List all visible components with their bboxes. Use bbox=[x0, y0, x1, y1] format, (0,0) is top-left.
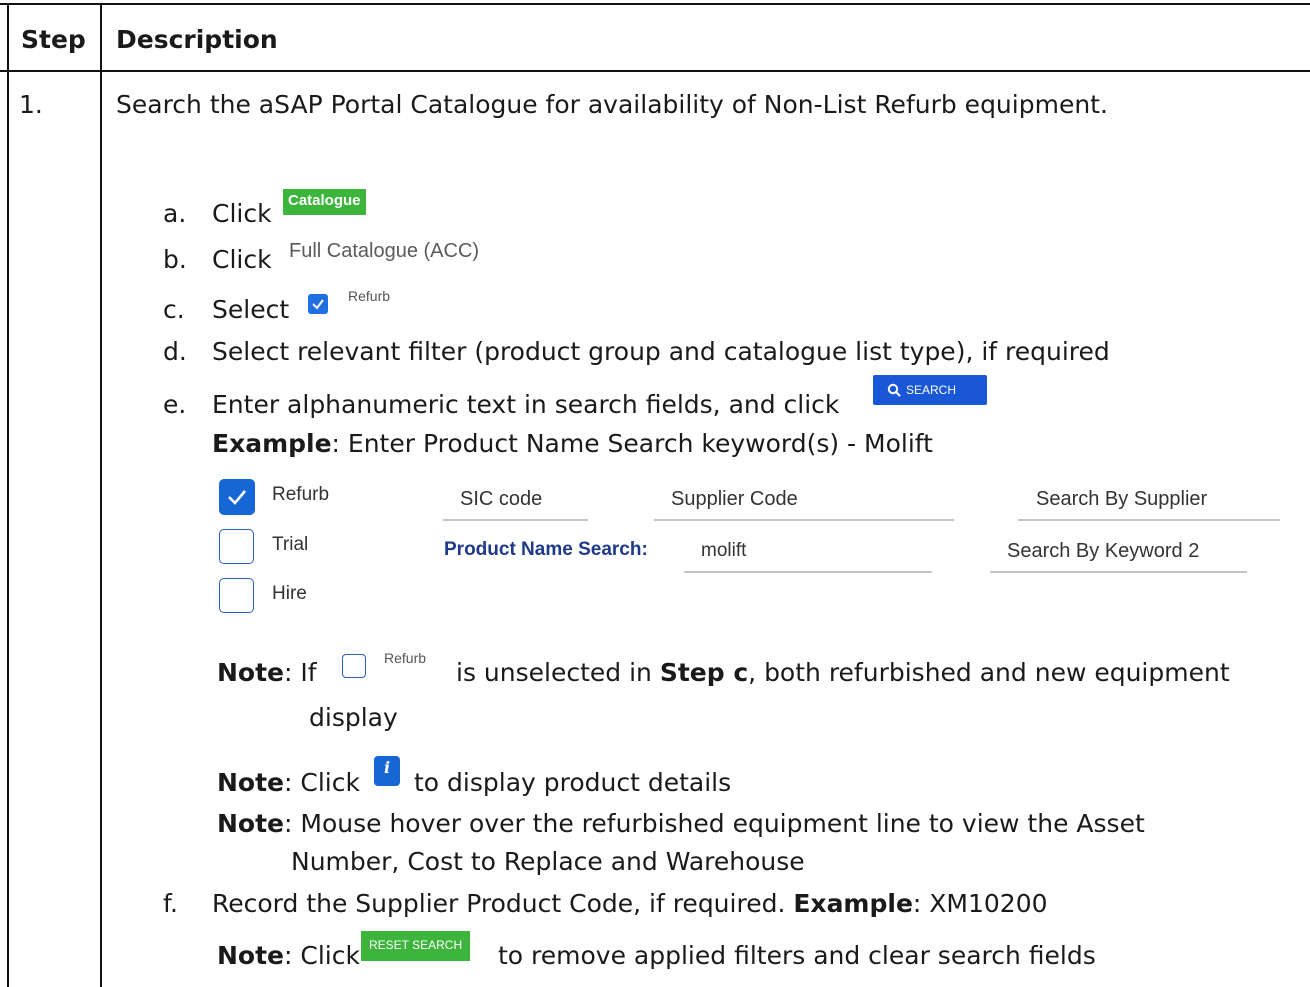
product-name-search-label: Product Name Search: bbox=[444, 539, 648, 560]
note-label: Note bbox=[217, 768, 285, 797]
item-f-example-label: Example bbox=[793, 889, 913, 918]
table-header-divider bbox=[0, 70, 1310, 72]
checkmark-icon bbox=[312, 299, 324, 310]
table-left-border bbox=[7, 3, 9, 987]
item-a-marker: a. bbox=[163, 199, 187, 228]
note-label: Note bbox=[217, 941, 285, 970]
note1-refurb-label: Refurb bbox=[384, 650, 427, 666]
note1-line1-rest: is unselected in Step c, both refurbishe… bbox=[456, 658, 1230, 688]
step-intro: Search the aSAP Portal Catalogue for ava… bbox=[116, 90, 1108, 119]
product-name-search-input[interactable]: molift bbox=[701, 540, 746, 562]
note-label: Note bbox=[217, 658, 285, 687]
item-e-marker: e. bbox=[163, 390, 187, 419]
item-d-marker: d. bbox=[163, 337, 187, 366]
note3-line1: Note: Mouse hover over the refurbished e… bbox=[217, 809, 1145, 839]
note1-step: Step c bbox=[659, 658, 749, 687]
step-number: 1. bbox=[19, 90, 43, 119]
note4-suffix: to remove applied filters and clear sear… bbox=[498, 941, 1096, 970]
sic-code-underline bbox=[443, 519, 588, 521]
item-f-example-text: : XM10200 bbox=[912, 889, 1048, 918]
search-by-keyword2-field[interactable]: Search By Keyword 2 bbox=[1007, 540, 1199, 563]
search-button-label: SEARCH bbox=[906, 383, 957, 397]
item-a-text: Click bbox=[212, 199, 272, 228]
example-text: : Enter Product Name Search keyword(s) -… bbox=[331, 429, 933, 458]
item-e-example: Example: Enter Product Name Search keywo… bbox=[212, 429, 933, 459]
product-name-underline bbox=[684, 571, 932, 573]
note1-prefix: : If bbox=[284, 658, 317, 687]
reset-search-button[interactable]: RESET SEARCH bbox=[361, 931, 471, 961]
note2-suffix: to display product details bbox=[414, 768, 732, 797]
search-by-supplier-field[interactable]: Search By Supplier bbox=[1036, 488, 1207, 511]
catalogue-button[interactable]: Catalogue bbox=[283, 189, 366, 215]
sic-code-field[interactable]: SIC code bbox=[460, 488, 542, 511]
note3-line2: Number, Cost to Replace and Warehouse bbox=[291, 847, 805, 876]
search-button[interactable]: SEARCH bbox=[873, 375, 987, 405]
item-f-marker: f. bbox=[163, 889, 178, 918]
table-column-divider bbox=[100, 3, 102, 987]
item-f-text: Record the Supplier Product Code, if req… bbox=[212, 889, 786, 918]
item-b-text: Click bbox=[212, 245, 272, 274]
filter-trial-label: Trial bbox=[272, 534, 309, 555]
full-catalogue-link[interactable]: Full Catalogue (ACC) bbox=[289, 240, 479, 263]
refurb-checkbox-label: Refurb bbox=[348, 288, 391, 304]
item-b-marker: b. bbox=[163, 245, 187, 274]
header-description: Description bbox=[116, 25, 278, 54]
filter-hire-checkbox[interactable] bbox=[219, 578, 254, 613]
filter-refurb-label: Refurb bbox=[272, 484, 330, 505]
filter-refurb-checkbox[interactable] bbox=[219, 479, 255, 515]
info-icon: i bbox=[374, 756, 400, 786]
search-icon bbox=[887, 383, 901, 397]
item-f-line: Record the Supplier Product Code, if req… bbox=[212, 889, 1048, 919]
item-d-text: Select relevant filter (product group an… bbox=[212, 337, 1110, 366]
note3-text: : Mouse hover over the refurbished equip… bbox=[284, 809, 1145, 838]
note2: Note: Click bbox=[217, 768, 360, 798]
note1-mid: is unselected in bbox=[456, 658, 652, 687]
supplier-code-underline bbox=[654, 519, 954, 521]
item-c-marker: c. bbox=[163, 295, 185, 324]
filter-hire-label: Hire bbox=[272, 583, 307, 604]
procedure-table: Step Description 1. Search the aSAP Port… bbox=[0, 0, 1310, 987]
example-label: Example bbox=[212, 429, 332, 458]
note4: Note: Click bbox=[217, 941, 360, 971]
note1-suffix: , both refurbished and new equipment bbox=[748, 658, 1230, 687]
refurb-checkbox-icon[interactable] bbox=[308, 294, 328, 314]
note4-prefix: : Click bbox=[284, 941, 360, 970]
item-c-text: Select bbox=[212, 295, 290, 324]
supplier-code-field[interactable]: Supplier Code bbox=[671, 488, 798, 511]
table-top-border bbox=[0, 3, 1310, 5]
item-e-text: Enter alphanumeric text in search fields… bbox=[212, 390, 840, 419]
note1-refurb-checkbox-icon bbox=[342, 654, 366, 678]
note1-line2: display bbox=[309, 703, 398, 732]
search-by-keyword2-underline bbox=[990, 571, 1247, 573]
search-by-supplier-underline bbox=[1018, 519, 1280, 521]
note1-line1: Note: If bbox=[217, 658, 317, 688]
note2-prefix: : Click bbox=[284, 768, 360, 797]
note-label: Note bbox=[217, 809, 285, 838]
checkmark-icon bbox=[228, 490, 246, 505]
filter-trial-checkbox[interactable] bbox=[219, 529, 254, 564]
header-step: Step bbox=[21, 25, 86, 54]
